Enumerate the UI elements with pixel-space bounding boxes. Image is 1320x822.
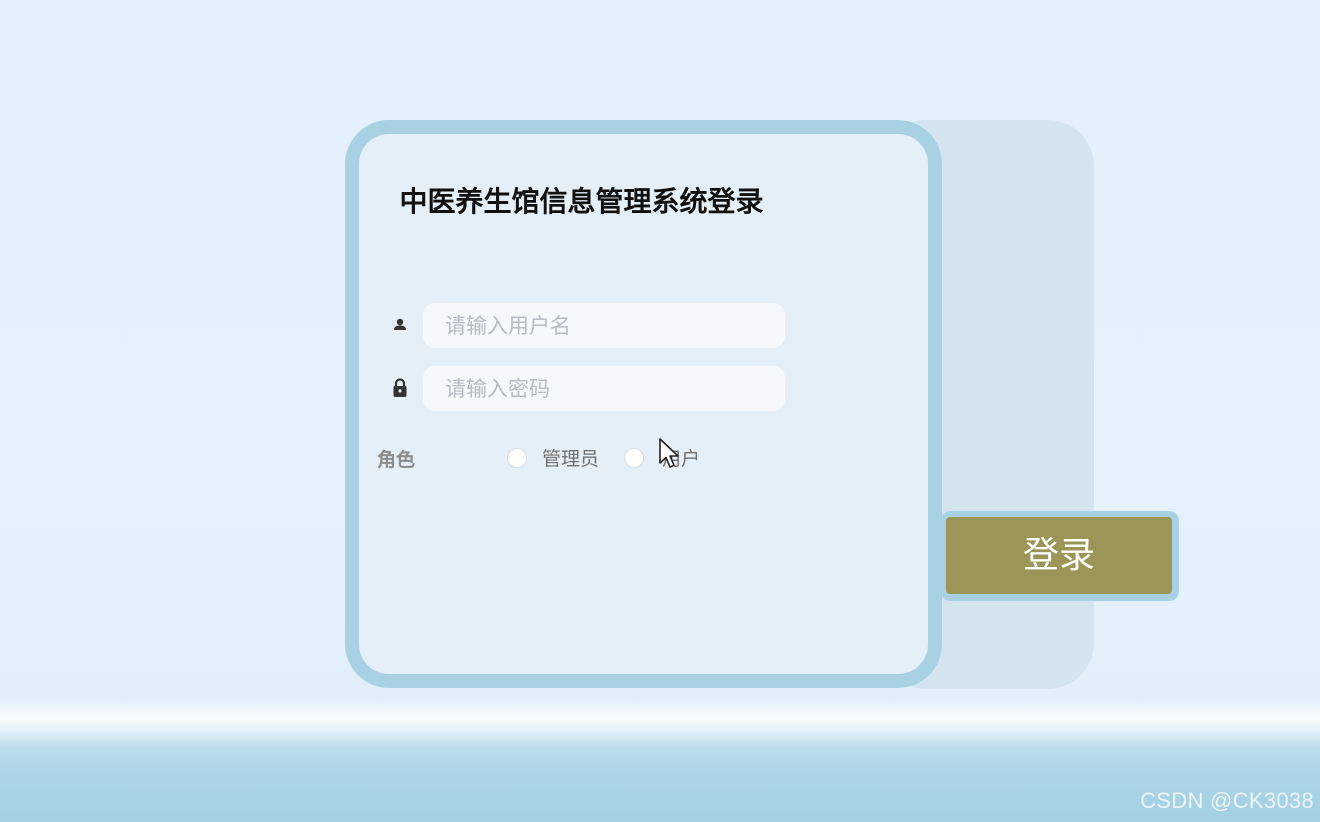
mouse-cursor-icon — [659, 438, 679, 468]
radio-admin-label[interactable]: 管理员 — [542, 444, 599, 471]
password-input[interactable] — [423, 366, 785, 411]
role-label: 角色 — [377, 449, 416, 471]
user-icon — [390, 315, 410, 335]
login-title: 中医养生馆信息管理系统登录 — [399, 185, 764, 218]
lock-icon — [390, 377, 410, 397]
background-water-band — [0, 715, 1320, 822]
watermark-text: CSDN @CK3038 — [1140, 788, 1314, 813]
login-button[interactable]: 登录 — [946, 517, 1172, 594]
radio-user[interactable] — [624, 448, 644, 468]
username-input[interactable] — [423, 303, 785, 348]
radio-admin[interactable] — [507, 448, 527, 468]
